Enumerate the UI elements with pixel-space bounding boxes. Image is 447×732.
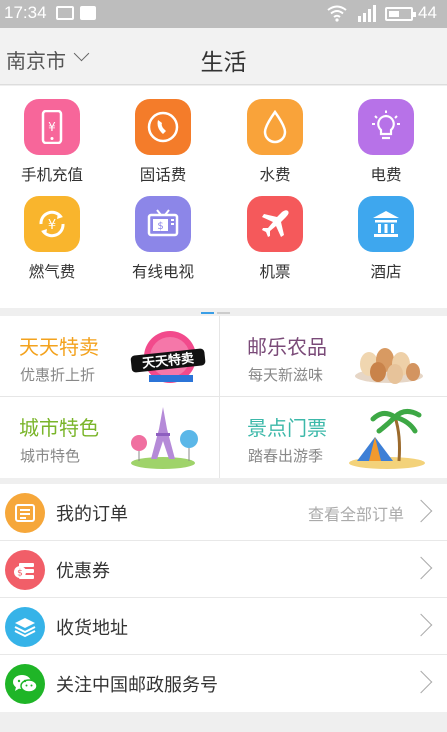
promo-grid: 天天特卖 优惠折上折 天天特卖 邮乐农品 每天新滋味 城市特色 城市特色 景点门… xyxy=(0,316,447,478)
promo-scenic-tickets[interactable]: 景点门票 踏春出游季 xyxy=(220,397,439,477)
promo-city-specialty[interactable]: 城市特色 城市特色 xyxy=(0,397,219,477)
telephone-icon xyxy=(135,99,191,155)
service-hotel[interactable]: 酒店 xyxy=(331,196,441,282)
layers-icon xyxy=(5,607,45,647)
light-bulb-icon xyxy=(358,99,414,155)
menu-list: 我的订单 查看全部订单 $ 优惠券 收货地址 关注中国邮政服务号 xyxy=(0,484,447,712)
service-water-fee[interactable]: 水费 xyxy=(220,99,330,185)
coupon-icon: $ xyxy=(5,550,45,590)
chevron-right-icon xyxy=(409,670,433,694)
menu-item-label: 关注中国邮政服务号 xyxy=(56,675,218,696)
svg-text:$: $ xyxy=(17,569,23,579)
chevron-right-icon xyxy=(409,556,433,580)
status-time: 17:34 xyxy=(4,3,47,22)
svg-text:$: $ xyxy=(157,221,163,232)
menu-item-coupons[interactable]: $ 优惠券 xyxy=(0,541,447,598)
sale-badge-image: 天天特卖 xyxy=(130,331,206,383)
page-indicator-dot-active xyxy=(201,312,214,314)
service-phone-recharge[interactable]: ¥ 手机充值 xyxy=(0,99,107,185)
eggs-image xyxy=(355,348,423,384)
beach-tent-image xyxy=(349,409,425,469)
menu-item-label: 优惠券 xyxy=(56,561,110,582)
header: 南京市 生活 xyxy=(0,28,447,85)
service-landline-fee[interactable]: 固话费 xyxy=(108,99,218,185)
service-gas-fee[interactable]: ¥ 燃气费 xyxy=(0,196,107,282)
water-drop-icon xyxy=(247,99,303,155)
tv-icon: $ xyxy=(135,196,191,252)
signal-icon xyxy=(358,5,376,22)
mail-icon xyxy=(80,6,96,20)
battery-text: 44 xyxy=(418,3,437,22)
gas-icon: ¥ xyxy=(24,196,80,252)
chevron-right-icon xyxy=(409,499,433,523)
airplane-icon xyxy=(247,196,303,252)
eiffel-tower-image xyxy=(131,407,198,469)
svg-text:¥: ¥ xyxy=(48,120,56,134)
services-grid: ¥ 手机充值 固话费 水费 电费 ¥ 燃气费 $ 有线电视 机票 酒店 xyxy=(0,86,447,314)
menu-item-label: 我的订单 xyxy=(56,504,128,525)
menu-item-my-orders[interactable]: 我的订单 查看全部订单 xyxy=(0,484,447,541)
view-all-orders-link[interactable]: 查看全部订单 xyxy=(308,501,404,525)
phone-icon: ¥ xyxy=(24,99,80,155)
wechat-icon xyxy=(5,664,45,704)
page-indicator-dot xyxy=(217,312,230,314)
promo-farm-products[interactable]: 邮乐农品 每天新滋味 xyxy=(220,316,439,396)
service-cable-tv[interactable]: $ 有线电视 xyxy=(108,196,218,282)
svg-text:¥: ¥ xyxy=(48,218,56,233)
menu-item-follow-service-account[interactable]: 关注中国邮政服务号 xyxy=(0,655,447,712)
promo-daily-sale[interactable]: 天天特卖 优惠折上折 天天特卖 xyxy=(0,316,219,396)
menu-item-shipping-address[interactable]: 收货地址 xyxy=(0,598,447,655)
wifi-icon xyxy=(327,5,347,22)
hotel-icon xyxy=(358,196,414,252)
image-icon xyxy=(56,6,74,20)
status-bar: 17:34 44 xyxy=(0,0,447,28)
chevron-right-icon xyxy=(409,613,433,637)
page-title: 生活 xyxy=(200,50,247,76)
order-list-icon xyxy=(5,493,45,533)
service-electricity-fee[interactable]: 电费 xyxy=(331,99,441,185)
battery-icon xyxy=(385,7,416,21)
menu-item-label: 收货地址 xyxy=(56,618,128,639)
service-air-ticket[interactable]: 机票 xyxy=(220,196,330,282)
